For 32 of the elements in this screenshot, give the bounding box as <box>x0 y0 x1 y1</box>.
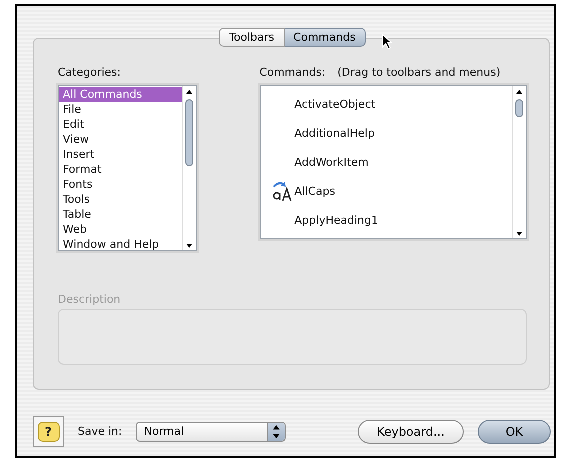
category-item[interactable]: Tools <box>59 192 182 207</box>
commands-label: Commands: <box>260 66 326 80</box>
category-item[interactable]: Fonts <box>59 177 182 192</box>
command-item[interactable]: AdditionalHelp <box>294 127 375 140</box>
category-item[interactable]: Window and Help <box>59 237 182 252</box>
cursor-icon <box>382 34 393 50</box>
category-item[interactable]: Web <box>59 222 182 237</box>
command-item[interactable]: ActivateObject <box>294 98 376 111</box>
category-item[interactable]: Insert <box>59 147 182 162</box>
description-label: Description <box>58 293 122 307</box>
category-item[interactable]: All Commands <box>59 87 182 102</box>
tab[interactable]: Toolbars <box>219 28 285 47</box>
stepper-arrows-icon <box>267 422 286 440</box>
category-item[interactable]: View <box>59 132 182 147</box>
scroll-bar[interactable] <box>512 86 526 238</box>
command-item[interactable]: AllCaps <box>294 185 336 198</box>
save-in-label: Save in: <box>78 425 122 438</box>
category-item[interactable]: Edit <box>59 117 182 132</box>
category-item[interactable]: Format <box>59 162 182 177</box>
scroll-bar[interactable] <box>182 86 196 250</box>
dialog-button[interactable]: OK <box>478 420 551 444</box>
category-item[interactable]: Table <box>59 207 182 222</box>
command-item[interactable]: ApplyHeading1 <box>294 214 378 227</box>
command-item[interactable]: AddWorkItem <box>294 156 369 169</box>
tab[interactable]: Commands <box>284 28 366 47</box>
help-button[interactable]: ? <box>33 416 64 447</box>
category-item[interactable]: File <box>59 102 182 117</box>
drag-hint: (Drag to toolbars and menus) <box>338 66 501 80</box>
categories-label: Categories: <box>58 66 122 80</box>
dialog-button[interactable]: Keyboard... <box>358 420 464 444</box>
save-in-dropdown[interactable]: Normal <box>136 422 286 442</box>
change-case-icon <box>270 180 293 202</box>
